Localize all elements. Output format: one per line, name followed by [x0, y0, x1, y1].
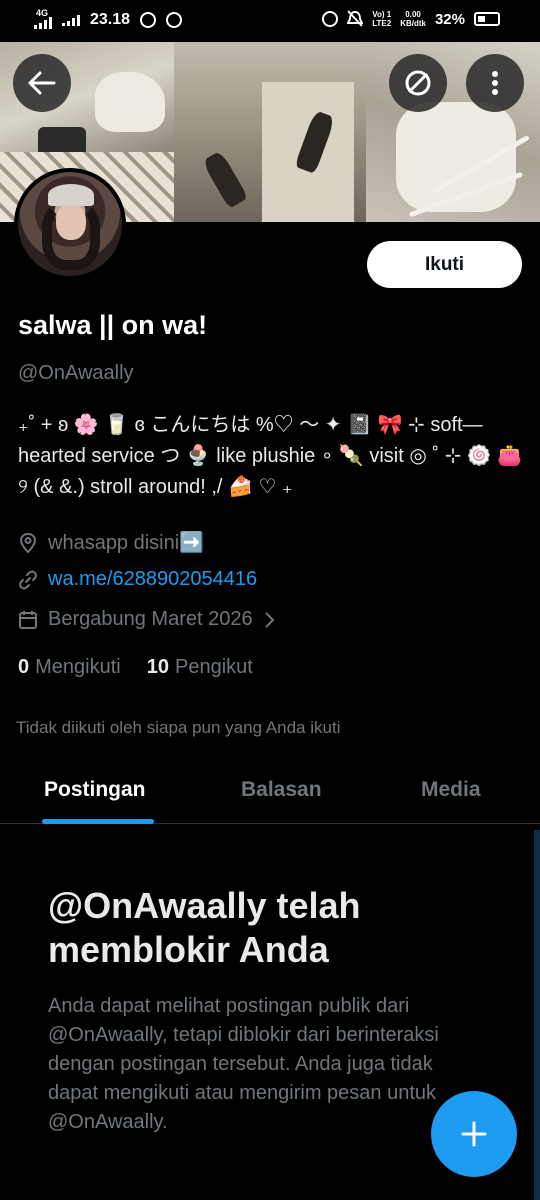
tab-postingan[interactable]: Postingan [44, 778, 146, 802]
avatar[interactable] [14, 168, 126, 280]
more-options-button[interactable] [466, 54, 524, 112]
calendar-icon [19, 610, 37, 629]
follow-button[interactable]: Ikuti [367, 241, 522, 288]
more-vertical-icon [492, 71, 498, 95]
followers-stat[interactable]: 10 Pengikut [147, 656, 253, 679]
profile-bio: ₊˚ + ʚ 🌸 🥛 ɞ こんにちは %♡ 〜 ✦ 📓 🎀 ⊹ soft—hea… [18, 414, 523, 498]
profile-tabs: Postingan Balasan Media [0, 760, 540, 824]
website-row[interactable]: wa.me/6288902054416 [18, 568, 257, 591]
signal-1-icon [34, 17, 52, 29]
volte-indicator: Vo) 1 LTE2 [372, 10, 392, 28]
arrow-left-icon [28, 71, 56, 95]
follow-stats: 0 Mengikuti 10 Pengikut [18, 656, 253, 679]
website-link[interactable]: wa.me/6288902054416 [48, 568, 257, 591]
whatsapp-icon [140, 12, 157, 28]
location-pin-icon [19, 532, 37, 553]
username-handle: @OnAwaally [18, 362, 134, 384]
network-speed: 0.00 KB/dtk [400, 10, 426, 28]
circle-slash-icon [405, 70, 431, 96]
tab-balasan[interactable]: Balasan [241, 778, 322, 802]
location-text: whasapp disini➡️ [48, 532, 205, 554]
plus-icon [461, 1121, 487, 1147]
active-tab-indicator [42, 819, 154, 824]
banner-photo-dancer [174, 42, 366, 222]
scroll-indicator [534, 830, 540, 1200]
blocked-indicator-button[interactable] [389, 54, 447, 112]
link-icon [19, 570, 37, 589]
mute-notification-icon [347, 10, 364, 27]
battery-percent: 32% [434, 10, 465, 28]
join-date-text: Bergabung Maret 2026 [48, 608, 253, 630]
join-date-row[interactable]: Bergabung Maret 2026 [18, 608, 275, 631]
followed-by-notice: Tidak diikuti oleh siapa pun yang Anda i… [16, 718, 341, 737]
tab-media[interactable]: Media [421, 778, 481, 802]
location-row: whasapp disini➡️ [18, 530, 204, 555]
display-name: salwa || on wa! [18, 310, 208, 340]
signal-2-icon [62, 14, 80, 26]
chrome-icon [166, 12, 183, 28]
clock: 23.18 [90, 11, 131, 28]
back-button[interactable] [13, 54, 71, 112]
battery-icon [474, 12, 500, 26]
blocked-description: Anda dapat melihat postingan publik dari… [48, 995, 439, 1133]
alarm-icon [322, 11, 339, 27]
chevron-right-icon [264, 611, 275, 628]
blocked-title: @OnAwaally telah memblokir Anda [48, 885, 361, 970]
following-stat[interactable]: 0 Mengikuti [18, 656, 121, 679]
compose-post-button[interactable] [431, 1091, 517, 1177]
status-bar: 4G 23.18 Vo) 1 LTE2 0.00 KB/dtk 32% [0, 0, 540, 42]
